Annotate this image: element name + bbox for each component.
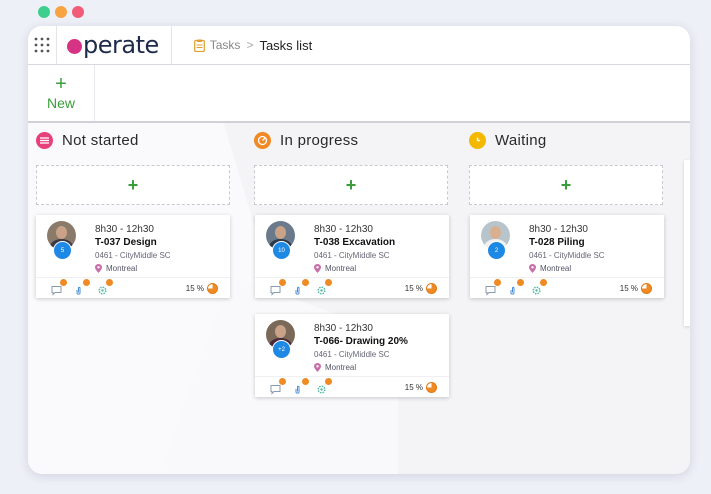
list-icon: [36, 131, 53, 149]
progress-percent: 15 %: [619, 284, 638, 293]
card-footer: 15 %: [255, 277, 449, 299]
toolbar: + New: [28, 65, 690, 123]
task-time: 8h30 - 12h30: [95, 224, 154, 235]
card-footer: 15 %: [36, 277, 230, 299]
task-title: T-066- Drawing 20%: [314, 336, 408, 347]
column-in-progress: In progress +: [254, 130, 448, 205]
assignee-count-badge: +2: [272, 340, 291, 359]
window-dot-pink[interactable]: [72, 6, 84, 18]
task-project-code: 0461 - CityMiddle SC: [95, 251, 171, 260]
progress-pie-icon: [426, 283, 437, 294]
plus-icon: +: [55, 73, 67, 95]
location-text: Montreal: [106, 264, 138, 273]
comment-icon[interactable]: [485, 279, 501, 296]
window-dot-green[interactable]: [38, 6, 50, 18]
task-time: 8h30 - 12h30: [314, 224, 373, 235]
breadcrumb-separator: >: [246, 38, 254, 52]
settings-icon[interactable]: [316, 378, 332, 394]
card-footer: 15 %: [255, 376, 449, 398]
task-location: Montreal: [314, 363, 356, 372]
task-time: 8h30 - 12h30: [529, 224, 588, 235]
breadcrumb-tasks-link[interactable]: Tasks: [210, 38, 241, 52]
progress-pie-icon: [641, 283, 652, 294]
task-location: Montreal: [529, 264, 571, 273]
task-title: T-038 Excavation: [314, 237, 396, 248]
add-card-button[interactable]: +: [469, 165, 663, 205]
task-project-code: 0461 - CityMiddle SC: [314, 251, 390, 260]
window-dot-orange[interactable]: [55, 6, 67, 18]
plus-icon: +: [127, 174, 139, 195]
task-title: T-028 Piling: [529, 237, 585, 248]
settings-icon[interactable]: [316, 279, 332, 295]
comment-icon[interactable]: [51, 279, 67, 296]
plus-icon: +: [560, 174, 572, 195]
location-text: Montreal: [540, 264, 572, 273]
task-project-code: 0461 - CityMiddle SC: [529, 251, 605, 260]
column-header: Waiting: [469, 130, 663, 150]
attachment-icon[interactable]: [293, 279, 309, 295]
column-title: In progress: [280, 131, 359, 149]
task-time: 8h30 - 12h30: [314, 323, 373, 334]
app-logo[interactable]: perate: [57, 26, 172, 64]
location-pin-icon: [95, 264, 102, 273]
clipboard-icon: [193, 39, 205, 52]
app-header: perate Tasks > Tasks list: [28, 26, 690, 65]
attachment-icon[interactable]: [74, 279, 90, 295]
location-pin-icon: [314, 363, 321, 372]
logo-ball-icon: [67, 38, 82, 54]
location-text: Montreal: [325, 363, 357, 372]
settings-icon[interactable]: [97, 279, 113, 295]
attachment-icon[interactable]: [508, 279, 524, 295]
assignee-count-badge: 2: [487, 241, 506, 260]
task-title: T-037 Design: [95, 237, 157, 248]
progress-percent: 15 %: [185, 284, 204, 293]
column-title: Waiting: [495, 131, 547, 149]
task-location: Montreal: [314, 264, 356, 273]
progress-percent: 15 %: [404, 383, 423, 392]
progress-percent: 15 %: [404, 284, 423, 293]
comment-icon[interactable]: [270, 279, 286, 296]
app-window: perate Tasks > Tasks list + New Not star…: [28, 26, 690, 474]
assignee-count-badge: 10: [272, 241, 291, 260]
task-card[interactable]: 5 8h30 - 12h30 T-037 Design 0461 - CityM…: [36, 215, 230, 298]
location-pin-icon: [314, 264, 321, 273]
task-card[interactable]: +2 8h30 - 12h30 T-066- Drawing 20% 0461 …: [255, 314, 449, 397]
clock-icon: [469, 131, 486, 149]
next-column-edge: [684, 160, 690, 326]
add-card-button[interactable]: +: [254, 165, 448, 205]
new-button-label: New: [46, 95, 75, 111]
breadcrumb-current: Tasks list: [259, 37, 313, 53]
task-project-code: 0461 - CityMiddle SC: [314, 350, 390, 359]
window-controls: [38, 6, 84, 18]
column-not-started: Not started +: [36, 130, 230, 205]
column-waiting: Waiting +: [469, 130, 663, 205]
column-header: In progress: [254, 130, 448, 150]
card-footer: 15 %: [470, 277, 664, 299]
attachment-icon[interactable]: [293, 378, 309, 394]
column-header: Not started: [36, 130, 230, 150]
progress-pie-icon: [207, 283, 218, 294]
plus-icon: +: [345, 174, 357, 195]
progress-pie-icon: [426, 382, 437, 393]
location-pin-icon: [529, 264, 536, 273]
comment-icon[interactable]: [270, 378, 286, 395]
assignee-count-badge: 5: [53, 241, 72, 260]
progress-icon: [254, 131, 271, 149]
logo-text: perate: [83, 31, 159, 59]
task-location: Montreal: [95, 264, 137, 273]
task-card[interactable]: 2 8h30 - 12h30 T-028 Piling 0461 - CityM…: [470, 215, 664, 298]
settings-icon[interactable]: [531, 279, 547, 295]
add-card-button[interactable]: +: [36, 165, 230, 205]
breadcrumb: Tasks > Tasks list: [193, 37, 313, 53]
new-button[interactable]: + New: [28, 65, 95, 121]
task-card[interactable]: 10 8h30 - 12h30 T-038 Excavation 0461 - …: [255, 215, 449, 298]
column-title: Not started: [62, 131, 139, 149]
location-text: Montreal: [325, 264, 357, 273]
apps-grid-icon[interactable]: [28, 26, 57, 64]
